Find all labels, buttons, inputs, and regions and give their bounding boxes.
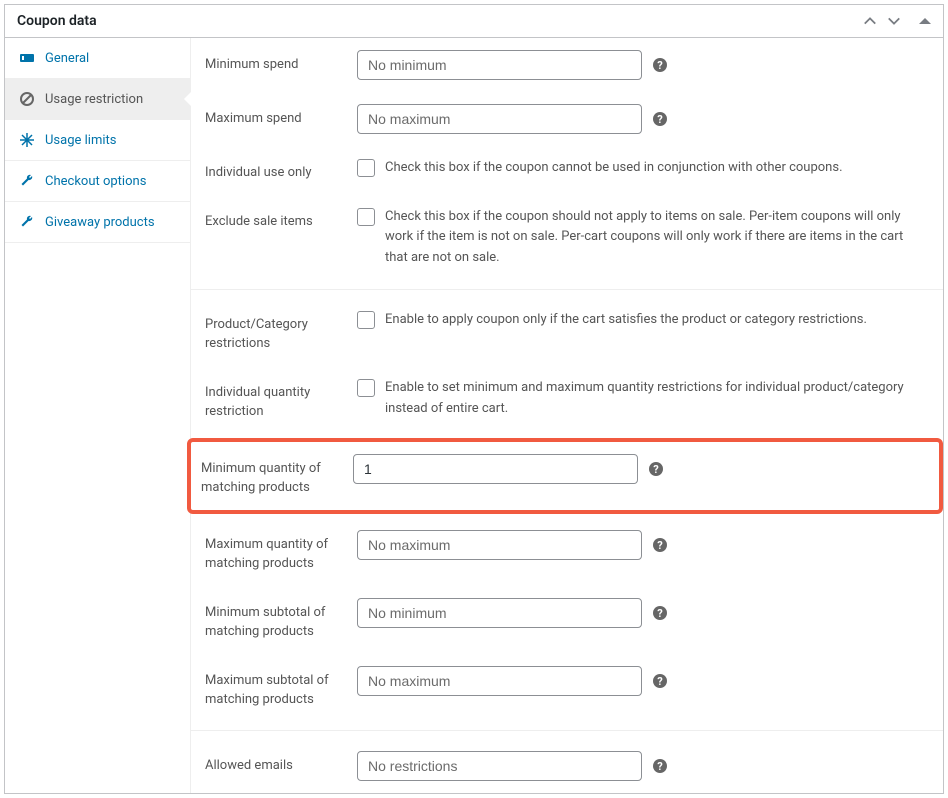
panel-header: Coupon data <box>5 5 943 38</box>
label-exclude-sale: Exclude sale items <box>205 207 357 232</box>
label-maximum-quantity: Maximum quantity of matching products <box>205 530 357 574</box>
svg-text:?: ? <box>657 113 663 126</box>
individual-use-checkbox[interactable] <box>357 159 375 177</box>
sidebar-item-label: Giveaway products <box>45 215 155 230</box>
adjust-icon <box>19 132 35 148</box>
help-icon[interactable]: ? <box>652 673 668 689</box>
help-icon[interactable]: ? <box>648 461 664 477</box>
sidebar-item-label: Usage limits <box>45 133 116 148</box>
sidebar-item-general[interactable]: General <box>5 38 190 79</box>
content: Minimum spend ? Maximum spend ? <box>191 38 943 793</box>
panel-body: General Usage restriction Usage limits C… <box>5 38 943 793</box>
svg-text:?: ? <box>657 760 663 773</box>
wrench-icon <box>19 214 35 230</box>
collapse-icon[interactable] <box>919 15 931 27</box>
panel-controls <box>863 14 931 28</box>
sidebar: General Usage restriction Usage limits C… <box>5 38 191 793</box>
label-minimum-spend: Minimum spend <box>205 50 357 75</box>
label-maximum-subtotal: Maximum subtotal of matching products <box>205 666 357 710</box>
label-minimum-quantity: Minimum quantity of matching products <box>201 454 353 498</box>
svg-text:?: ? <box>657 675 663 688</box>
individual-use-desc: Check this box if the coupon cannot be u… <box>385 158 843 179</box>
ban-icon <box>19 91 35 107</box>
svg-text:?: ? <box>657 59 663 72</box>
ticket-icon <box>19 50 35 66</box>
label-allowed-emails: Allowed emails <box>205 751 357 776</box>
maximum-spend-input[interactable] <box>357 104 642 134</box>
individual-quantity-restriction-desc: Enable to set minimum and maximum quanti… <box>385 378 929 420</box>
svg-text:?: ? <box>657 607 663 620</box>
row-maximum-spend: Maximum spend ? <box>191 92 943 146</box>
row-product-category-restrictions: Product/Category restrictions Enable to … <box>191 298 943 366</box>
help-icon[interactable]: ? <box>652 111 668 127</box>
help-icon[interactable]: ? <box>652 537 668 553</box>
label-individual-use: Individual use only <box>205 158 357 183</box>
coupon-data-panel: Coupon data General <box>4 4 944 794</box>
help-icon[interactable]: ? <box>652 57 668 73</box>
sidebar-item-usage-restriction[interactable]: Usage restriction <box>5 79 190 120</box>
minimum-spend-input[interactable] <box>357 50 642 80</box>
label-product-category-restrictions: Product/Category restrictions <box>205 310 357 354</box>
row-maximum-quantity: Maximum quantity of matching products ? <box>191 518 943 586</box>
svg-text:?: ? <box>657 539 663 552</box>
minimum-quantity-input[interactable] <box>353 454 638 484</box>
label-individual-quantity-restriction: Individual quantity restriction <box>205 378 357 422</box>
exclude-sale-desc: Check this box if the coupon should not … <box>385 207 929 269</box>
sidebar-item-usage-limits[interactable]: Usage limits <box>5 120 190 161</box>
row-minimum-subtotal: Minimum subtotal of matching products ? <box>191 586 943 654</box>
individual-quantity-restriction-checkbox[interactable] <box>357 379 375 397</box>
row-allowed-emails: Allowed emails ? <box>191 739 943 793</box>
sidebar-item-giveaway-products[interactable]: Giveaway products <box>5 202 190 243</box>
row-minimum-spend: Minimum spend ? <box>191 38 943 92</box>
wrench-icon <box>19 173 35 189</box>
maximum-quantity-input[interactable] <box>357 530 642 560</box>
product-category-restrictions-checkbox[interactable] <box>357 311 375 329</box>
sidebar-item-label: General <box>45 51 89 66</box>
row-individual-use: Individual use only Check this box if th… <box>191 146 943 195</box>
maximum-subtotal-input[interactable] <box>357 666 642 696</box>
minimum-subtotal-input[interactable] <box>357 598 642 628</box>
chevron-down-icon[interactable] <box>887 14 901 28</box>
row-minimum-quantity: Minimum quantity of matching products ? <box>187 438 943 514</box>
sidebar-item-checkout-options[interactable]: Checkout options <box>5 161 190 202</box>
svg-text:?: ? <box>653 463 659 476</box>
row-maximum-subtotal: Maximum subtotal of matching products ? <box>191 654 943 722</box>
divider <box>191 730 943 731</box>
exclude-sale-checkbox[interactable] <box>357 208 375 226</box>
help-icon[interactable]: ? <box>652 758 668 774</box>
divider <box>191 289 943 290</box>
label-minimum-subtotal: Minimum subtotal of matching products <box>205 598 357 642</box>
row-exclude-sale: Exclude sale items Check this box if the… <box>191 195 943 281</box>
chevron-up-icon[interactable] <box>863 14 877 28</box>
label-maximum-spend: Maximum spend <box>205 104 357 129</box>
allowed-emails-input[interactable] <box>357 751 642 781</box>
help-icon[interactable]: ? <box>652 605 668 621</box>
product-category-restrictions-desc: Enable to apply coupon only if the cart … <box>385 310 867 331</box>
sidebar-item-label: Checkout options <box>45 174 146 189</box>
panel-title: Coupon data <box>17 13 97 29</box>
row-individual-quantity-restriction: Individual quantity restriction Enable t… <box>191 366 943 434</box>
sidebar-item-label: Usage restriction <box>45 92 143 107</box>
